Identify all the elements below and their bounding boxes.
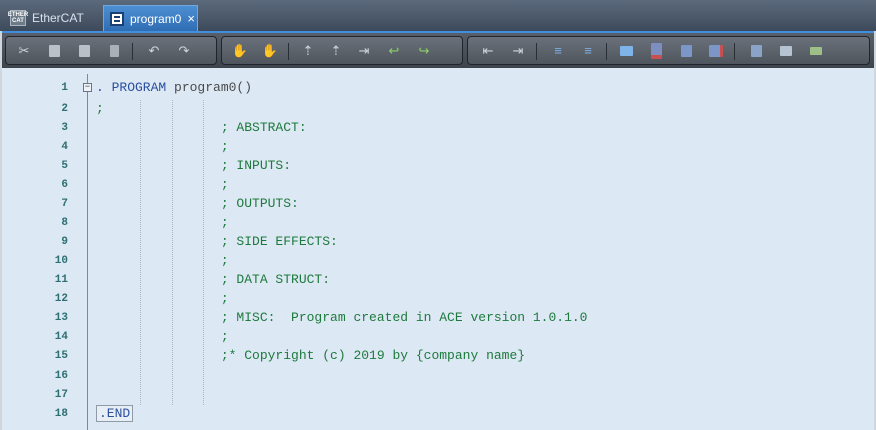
tab-ethercat[interactable]: ETHER CAT EtherCAT — [4, 5, 100, 31]
line-number: 7 — [61, 198, 68, 210]
undo-icon[interactable]: ↶ — [146, 43, 162, 59]
step-back-icon[interactable]: ↩ — [386, 43, 402, 59]
line-number: 10 — [54, 255, 68, 267]
delete-icon[interactable] — [106, 43, 122, 59]
code-text: ; ABSTRACT: — [96, 120, 307, 135]
line-number: 1 — [61, 82, 68, 94]
line-number: 17 — [54, 389, 68, 401]
code-line: 3 ; ABSTRACT: — [2, 118, 874, 138]
code-line: 16 — [2, 366, 874, 386]
code-text: ; INPUTS: — [96, 158, 292, 173]
ethercat-icon-text-bottom: CAT — [12, 18, 24, 24]
tab-program0[interactable]: program0 × — [103, 5, 198, 31]
bookmark-next-icon[interactable] — [708, 43, 724, 59]
code-line: 1 − . PROGRAM program0() — [2, 78, 874, 98]
outdent-icon[interactable]: ⇤ — [480, 43, 496, 59]
program-keyword: . PROGRAM — [96, 80, 167, 95]
bookmark-icon[interactable] — [648, 43, 664, 59]
uncomment-icon[interactable]: ≡ — [580, 43, 596, 59]
line-number: 12 — [54, 293, 68, 305]
tab-ethercat-label: EtherCAT — [32, 11, 84, 25]
code-text: ; — [96, 291, 229, 306]
toolbar-separator — [132, 43, 133, 60]
code-line: 14 ; — [2, 327, 874, 347]
line-number: 9 — [61, 236, 68, 248]
code-line: 7 ; OUTPUTS: — [2, 194, 874, 214]
code-line: 11 ; DATA STRUCT: — [2, 270, 874, 290]
fold-toggle-icon[interactable]: − — [83, 83, 92, 92]
code-line: 5 ; INPUTS: — [2, 156, 874, 176]
code-text: ; — [96, 139, 229, 154]
code-text: ; OUTPUTS: — [96, 196, 299, 211]
line-number: 3 — [61, 122, 68, 134]
goto-icon[interactable] — [808, 43, 824, 59]
end-keyword: .END — [96, 405, 134, 422]
window-icon[interactable] — [618, 43, 634, 59]
code-text: ; — [96, 101, 104, 116]
hand-icon[interactable]: ✋ — [232, 43, 248, 59]
code-line: 8 ; — [2, 213, 874, 233]
code-text: ;* Copyright (c) 2019 by {company name} — [96, 348, 526, 363]
code-line: 10 ; — [2, 251, 874, 271]
line-number: 18 — [54, 408, 68, 420]
code-text: ; SIDE EFFECTS: — [96, 234, 338, 249]
toolbar-separator — [606, 43, 607, 60]
indent-icon[interactable]: ⇥ — [510, 43, 526, 59]
comment-icon[interactable]: ≡ — [550, 43, 566, 59]
line-number: 15 — [54, 350, 68, 362]
step-into-icon[interactable]: ⇥ — [356, 43, 372, 59]
code-line: 12 ; — [2, 289, 874, 309]
line-number: 14 — [54, 331, 68, 343]
redo-icon[interactable]: ↷ — [176, 43, 192, 59]
code-text: ; MISC: Program created in ACE version 1… — [96, 310, 588, 325]
code-text: ; — [96, 177, 229, 192]
code-line: 2 ; — [2, 99, 874, 119]
code-text: ; — [96, 215, 229, 230]
code-line: 6 ; — [2, 175, 874, 195]
toolbar-separator — [536, 43, 537, 60]
line-number: 5 — [61, 160, 68, 172]
code-text: ; — [96, 329, 229, 344]
line-number: 8 — [61, 217, 68, 229]
code-text: ; DATA STRUCT: — [96, 272, 331, 287]
code-line: 17 — [2, 385, 874, 405]
code-editor[interactable]: 1 − . PROGRAM program0() 2 ; 3 ; ABSTRAC… — [2, 68, 874, 430]
tree-icon[interactable] — [778, 43, 794, 59]
editor-tab-bar: ETHER CAT EtherCAT program0 × — [0, 0, 876, 31]
program-icon — [110, 11, 124, 26]
line-number: 16 — [54, 370, 68, 382]
line-number: 13 — [54, 312, 68, 324]
code-text: . PROGRAM program0() — [96, 78, 252, 98]
code-text: .END — [96, 404, 134, 424]
program-name: program0() — [166, 80, 253, 95]
line-number: 6 — [61, 179, 68, 191]
bookmark-prev-icon[interactable] — [678, 43, 694, 59]
code-line: 9 ; SIDE EFFECTS: — [2, 232, 874, 252]
toolbar-separator — [734, 43, 735, 60]
toolbar-group-debug: ✋ ✋ ⇡ ⇡ ⇥ ↩ ↪ — [221, 36, 463, 65]
breakpoint-toggle-icon[interactable]: ⇡ — [328, 43, 344, 59]
close-tab-icon[interactable]: × — [187, 11, 195, 26]
code-line: 4 ; — [2, 137, 874, 157]
breakpoint-icon[interactable]: ⇡ — [300, 43, 316, 59]
code-line: 18 .END — [2, 404, 874, 424]
paste-icon[interactable] — [76, 43, 92, 59]
code-line: 13 ; MISC: Program created in ACE versio… — [2, 308, 874, 328]
task-icon[interactable] — [748, 43, 764, 59]
editor-toolbar: ✂ ↶ ↷ ✋ ✋ ⇡ ⇡ ⇥ ↩ ↪ ⇤ ⇥ ≡ ≡ — [2, 31, 874, 68]
line-number: 4 — [61, 141, 68, 153]
ethercat-icon: ETHER CAT — [8, 10, 28, 26]
cut-icon[interactable]: ✂ — [16, 43, 32, 59]
step-over-icon[interactable]: ↪ — [416, 43, 432, 59]
toolbar-group-format: ⇤ ⇥ ≡ ≡ — [467, 36, 870, 65]
code-text: ; — [96, 253, 229, 268]
hand-stop-icon[interactable]: ✋ — [262, 43, 278, 59]
line-number: 11 — [54, 274, 68, 286]
code-line: 15 ;* Copyright (c) 2019 by {company nam… — [2, 346, 874, 366]
tab-program0-label: program0 — [130, 11, 182, 26]
copy-icon[interactable] — [46, 43, 62, 59]
toolbar-group-edit: ✂ ↶ ↷ — [5, 36, 217, 65]
toolbar-separator — [288, 43, 289, 60]
line-number: 2 — [61, 103, 68, 115]
